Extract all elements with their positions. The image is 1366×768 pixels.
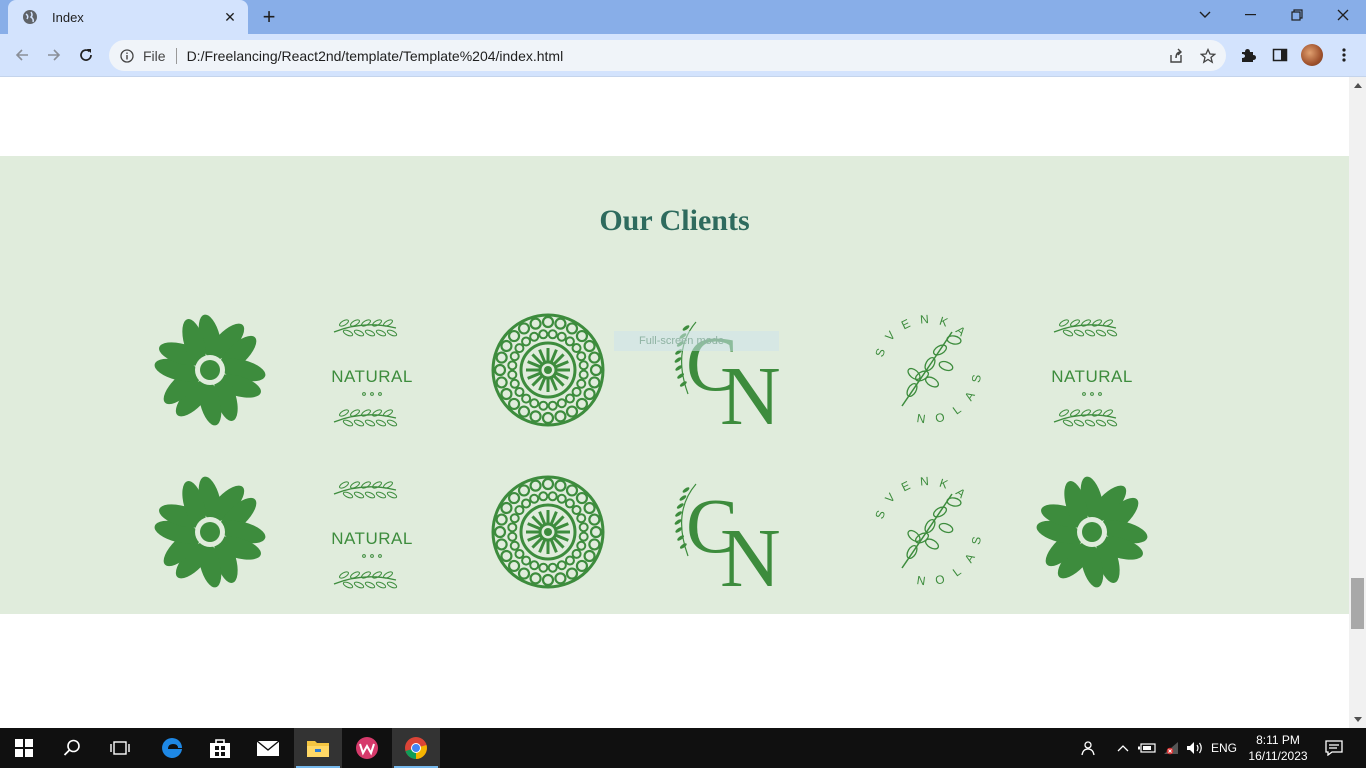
svg-text:N: N [920, 312, 930, 327]
battery-icon[interactable] [1136, 728, 1158, 768]
start-windows-icon[interactable] [0, 728, 48, 768]
close-window-button[interactable] [1320, 0, 1366, 30]
new-tab-button[interactable]: + [256, 4, 282, 29]
share-icon[interactable] [1162, 42, 1190, 70]
flower-logo [154, 476, 266, 588]
svg-text:S: S [969, 373, 984, 383]
people-icon[interactable] [1074, 728, 1100, 768]
natural-logo: NATURAL [331, 319, 413, 427]
tab-search-chevron-icon[interactable] [1182, 0, 1228, 30]
svg-text:A: A [962, 551, 978, 565]
volume-icon[interactable] [1184, 728, 1206, 768]
taskbar-clock[interactable]: 8:11 PM 16/11/2023 [1240, 732, 1316, 764]
address-bar[interactable]: File D:/Freelancing/React2nd/template/Te… [109, 40, 1226, 71]
svg-text:S: S [872, 346, 888, 358]
avatar [1301, 44, 1323, 66]
file-explorer-icon[interactable] [294, 728, 342, 768]
info-icon[interactable] [119, 48, 135, 64]
cn-logo: CN [674, 482, 781, 592]
page-scrollbar[interactable] [1349, 77, 1366, 728]
back-button[interactable] [8, 41, 36, 69]
svg-text:N: N [916, 411, 927, 426]
profile-avatar[interactable] [1298, 41, 1326, 69]
microsoft-store-icon[interactable] [196, 728, 244, 768]
mandala-logo [491, 475, 605, 589]
scroll-down-arrow-icon[interactable] [1349, 711, 1366, 728]
svg-text:S: S [872, 508, 888, 520]
svenka-salon-logo: SVE N KASALON [872, 474, 984, 588]
wps-office-icon[interactable] [343, 728, 391, 768]
menu-kebab-icon[interactable] [1330, 41, 1358, 69]
notifications-icon[interactable] [1320, 728, 1348, 768]
fullscreen-tooltip: Full-screen mode [614, 331, 779, 351]
url-text[interactable]: D:/Freelancing/React2nd/template/Templat… [187, 48, 1162, 64]
flower-logo [1036, 476, 1148, 588]
tab-title: Index [52, 9, 84, 25]
svg-text:S: S [969, 535, 984, 545]
svg-text:K: K [938, 476, 950, 492]
svg-text:L: L [950, 564, 964, 579]
mail-icon[interactable] [244, 728, 292, 768]
svg-text:N: N [920, 474, 930, 489]
section-title: Our Clients [599, 204, 750, 237]
tab-close-icon[interactable]: ✕ [220, 7, 240, 27]
search-icon[interactable] [48, 728, 96, 768]
svg-text:V: V [882, 490, 898, 505]
forward-button[interactable] [40, 41, 68, 69]
natural-logo: NATURAL [331, 481, 413, 589]
svg-text:E: E [899, 478, 912, 494]
network-disconnected-icon[interactable] [1160, 728, 1182, 768]
svg-text:K: K [938, 314, 950, 330]
windows-taskbar: ENG 8:11 PM 16/11/2023 [0, 728, 1366, 768]
svg-text:O: O [934, 572, 946, 588]
browser-toolbar: File D:/Freelancing/React2nd/template/Te… [0, 34, 1366, 77]
edge-browser-icon[interactable] [148, 728, 196, 768]
globe-icon [22, 9, 38, 25]
minimize-button[interactable] [1228, 0, 1274, 30]
tab-index[interactable]: Index ✕ [8, 0, 248, 34]
scroll-up-arrow-icon[interactable] [1349, 77, 1366, 94]
svg-text:L: L [950, 402, 964, 417]
language-indicator[interactable]: ENG [1208, 728, 1240, 768]
bookmark-star-icon[interactable] [1194, 42, 1222, 70]
flower-logo [154, 314, 266, 426]
chrome-browser-icon[interactable] [392, 728, 440, 768]
side-panel-icon[interactable] [1266, 41, 1294, 69]
svenka-salon-logo: SVE N KASALON [872, 312, 984, 426]
reload-button[interactable] [72, 41, 100, 69]
show-hidden-icons-chevron-icon[interactable] [1112, 728, 1134, 768]
url-separator [175, 47, 177, 64]
extensions-puzzle-icon[interactable] [1234, 41, 1262, 69]
scroll-thumb[interactable] [1351, 578, 1364, 629]
svg-text:V: V [882, 328, 898, 343]
clock-date: 16/11/2023 [1248, 749, 1308, 763]
svg-text:NATURAL: NATURAL [331, 529, 413, 548]
mandala-logo [491, 313, 605, 427]
clients-section: Our Clients NATURAL C N S V E N K A S A L O N NATURAL N… [0, 156, 1349, 614]
svg-text:E: E [899, 316, 912, 332]
page-viewport: Our Clients NATURAL C N S V E N K A S A L O N NATURAL N… [0, 77, 1349, 728]
tab-strip: Index ✕ + [0, 0, 1366, 34]
svg-text:NATURAL: NATURAL [1051, 367, 1133, 386]
url-scheme-label: File [143, 47, 166, 64]
cn-logo: CN [674, 320, 781, 430]
svg-text:N: N [720, 512, 781, 592]
svg-text:A: A [962, 389, 978, 403]
restore-button[interactable] [1274, 0, 1320, 30]
svg-text:N: N [720, 350, 781, 430]
svg-text:N: N [916, 573, 927, 588]
clock-time: 8:11 PM [1256, 733, 1300, 747]
natural-logo: NATURAL [1051, 319, 1133, 427]
svg-text:NATURAL: NATURAL [331, 367, 413, 386]
svg-text:O: O [934, 410, 946, 426]
task-view-icon[interactable] [96, 728, 144, 768]
